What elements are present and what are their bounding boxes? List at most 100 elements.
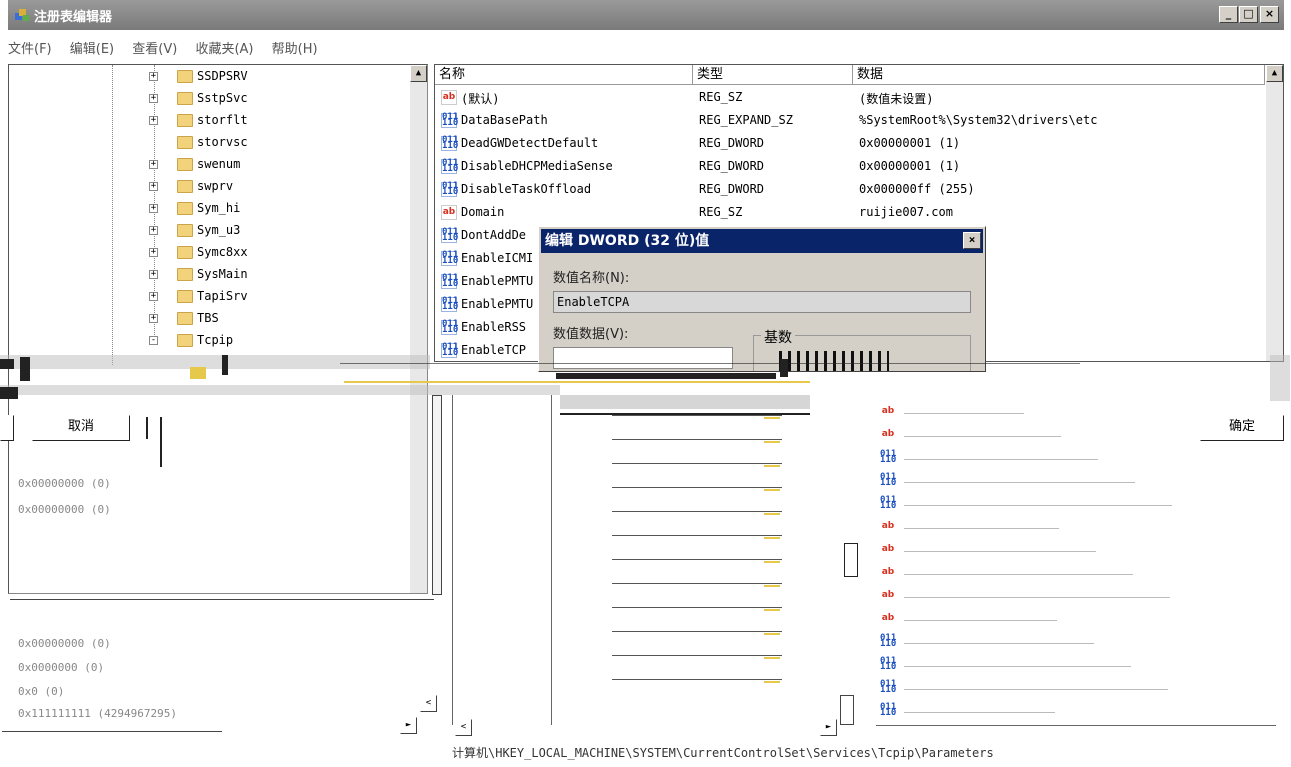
column-header-data[interactable]: 数据 xyxy=(853,65,1265,85)
tree-item[interactable]: + Sym_hi xyxy=(9,198,409,220)
expand-icon[interactable]: + xyxy=(149,204,158,213)
value-name: EnableRSS xyxy=(461,320,527,334)
tree-item[interactable]: + storflt xyxy=(9,110,409,132)
tree-item[interactable]: + swenum xyxy=(9,154,409,176)
value-name: EnablePMTU xyxy=(461,297,534,311)
expand-icon[interactable]: + xyxy=(149,314,158,323)
ghost-value: 0x00000000 (0) xyxy=(18,503,111,516)
tree-item[interactable]: + TBS xyxy=(9,308,409,330)
scroll-up-button[interactable]: ▲ xyxy=(410,65,427,82)
menu-help[interactable]: 帮助(H) xyxy=(272,42,318,57)
glitch-line xyxy=(904,597,1170,598)
expand-icon[interactable]: + xyxy=(149,248,158,257)
menu-bar: 文件(F) 编辑(E) 查看(V) 收藏夹(A) 帮助(H) xyxy=(8,38,332,58)
string-value-icon: ab xyxy=(441,90,457,105)
folder-icon xyxy=(177,92,193,105)
expand-icon[interactable]: + xyxy=(149,72,158,81)
column-header-name[interactable]: 名称 xyxy=(435,65,693,85)
glitch-block xyxy=(764,561,780,563)
maximize-button[interactable]: □ xyxy=(1239,6,1258,23)
value-row[interactable]: 011 110 DataBasePath REG_EXPAND_SZ %SystemR… xyxy=(435,109,1265,132)
glitch-block xyxy=(146,417,148,439)
menu-favorites[interactable]: 收藏夹(A) xyxy=(195,42,253,57)
dialog-close-button[interactable]: × xyxy=(963,232,981,249)
menu-file[interactable]: 文件(F) xyxy=(8,42,52,57)
glitch-line xyxy=(612,535,782,536)
glitch-line xyxy=(344,381,810,383)
tree-item[interactable]: storvsc xyxy=(9,132,409,154)
column-header-type[interactable]: 类型 xyxy=(693,65,853,85)
folder-icon xyxy=(177,268,193,281)
folder-icon xyxy=(177,114,193,127)
tree-item[interactable]: - Tcpip xyxy=(9,330,409,352)
binary-value-icon: 011 110 xyxy=(880,472,897,488)
binary-value-icon: 011 110 xyxy=(441,273,459,289)
value-name: DataBasePath xyxy=(461,113,548,127)
ghost-tree-pane xyxy=(452,395,552,725)
ghost-scrollbar xyxy=(432,395,442,595)
value-type: REG_SZ xyxy=(699,90,743,104)
list-vertical-scrollbar[interactable]: ▲ xyxy=(1266,65,1283,361)
binary-value-icon: 011 110 xyxy=(441,135,459,151)
close-button[interactable]: × xyxy=(1260,6,1279,23)
expand-icon[interactable]: + xyxy=(149,160,158,169)
value-type: REG_EXPAND_SZ xyxy=(699,113,793,127)
glitch-line xyxy=(612,655,782,656)
minimize-button[interactable]: _ xyxy=(1219,6,1238,23)
folder-icon xyxy=(177,246,193,259)
cancel-button[interactable]: 取消 xyxy=(32,415,130,441)
glitch-line xyxy=(904,436,1061,437)
tree-item-label: SysMain xyxy=(197,267,248,281)
value-type: REG_DWORD xyxy=(699,182,765,196)
string-value-icon: ab xyxy=(880,566,896,580)
scroll-up-button[interactable]: ▲ xyxy=(1266,65,1283,82)
tree-item[interactable]: + SysMain xyxy=(9,264,409,286)
tree-item[interactable]: + Symc8xx xyxy=(9,242,409,264)
glitch-fragment xyxy=(844,543,858,577)
menu-view[interactable]: 查看(V) xyxy=(132,42,177,57)
value-row[interactable]: 011 110 DisableTaskOffload REG_DWORD 0x0000… xyxy=(435,178,1265,201)
menu-edit[interactable]: 编辑(E) xyxy=(70,42,114,57)
string-value-icon: ab xyxy=(880,405,896,419)
value-row[interactable]: ab (默认) REG_SZ (数值未设置) xyxy=(435,86,1265,109)
corrupted-display-region: 取消 确定 0x00000000 (0) 0x00000000 (0) 0x00… xyxy=(0,355,1291,767)
tree-item[interactable]: + TapiSrv xyxy=(9,286,409,308)
collapse-icon[interactable]: - xyxy=(149,336,158,345)
glitch-line xyxy=(904,482,1135,483)
folder-icon xyxy=(177,158,193,171)
glitch-line xyxy=(904,413,1024,414)
value-name: EnableICMI xyxy=(461,251,534,265)
base-groupbox-label: 基数 xyxy=(761,327,795,347)
value-row[interactable]: 011 110 DisableDHCPMediaSense REG_DWORD 0x0… xyxy=(435,155,1265,178)
ghost-divider xyxy=(10,599,434,600)
expand-icon[interactable]: + xyxy=(149,270,158,279)
tree-item-label: Sym_hi xyxy=(197,201,241,215)
ok-button[interactable]: 确定 xyxy=(1200,415,1284,441)
tree-item[interactable]: + SSDPSRV xyxy=(9,66,409,88)
string-value-icon: ab xyxy=(880,543,896,557)
string-value-icon: ab xyxy=(880,612,896,626)
binary-value-icon: 011 110 xyxy=(441,250,459,266)
tree-item[interactable]: + Sym_u3 xyxy=(9,220,409,242)
expand-icon[interactable]: + xyxy=(149,116,158,125)
value-row[interactable]: ab Domain REG_SZ ruijie007.com xyxy=(435,201,1265,224)
binary-value-icon: 011 110 xyxy=(441,319,459,335)
expand-icon[interactable]: + xyxy=(149,94,158,103)
glitch-line xyxy=(612,463,782,464)
value-name: DontAddDe xyxy=(461,228,527,242)
tree-item[interactable]: + swprv xyxy=(9,176,409,198)
glitch-line xyxy=(612,679,782,680)
string-value-icon: ab xyxy=(880,520,896,534)
dialog-title: 编辑 DWORD (32 位)值 xyxy=(541,229,983,253)
value-data: (数值未设置) xyxy=(859,92,934,106)
tree-item[interactable]: + SstpSvc xyxy=(9,88,409,110)
glitch-block xyxy=(764,681,780,683)
value-row[interactable]: 011 110 DeadGWDetectDefault REG_DWORD 0x000… xyxy=(435,132,1265,155)
tree-item-label: SSDPSRV xyxy=(197,69,248,83)
glitch-line xyxy=(612,583,782,584)
expand-icon[interactable]: + xyxy=(149,226,158,235)
expand-icon[interactable]: + xyxy=(149,292,158,301)
binary-value-icon: 011 110 xyxy=(880,656,897,672)
value-name-field[interactable]: EnableTCPA xyxy=(553,291,971,313)
expand-icon[interactable]: + xyxy=(149,182,158,191)
